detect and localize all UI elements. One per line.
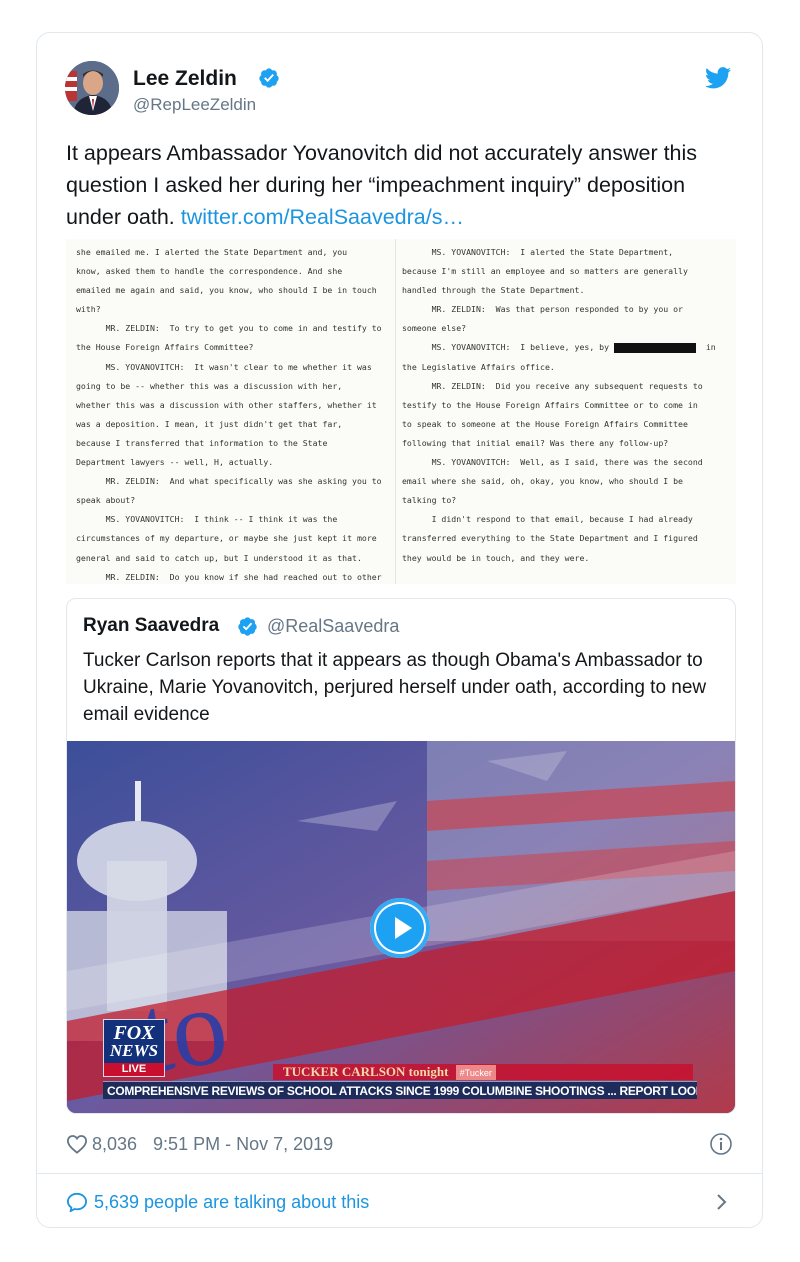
doc-line: MR. ZELDIN: Do you know if she had reach… bbox=[76, 571, 382, 582]
doc-line: emailed me again and said, you know, who… bbox=[76, 285, 377, 296]
doc-line: she emailed me. I alerted the State Depa… bbox=[76, 247, 348, 257]
logo-line2: NEWS bbox=[109, 1041, 159, 1060]
logo-line3: LIVE bbox=[104, 1063, 164, 1076]
doc-line: speak about? bbox=[76, 495, 136, 506]
tweet-text: It appears Ambassador Yovanovitch did no… bbox=[66, 137, 736, 233]
fox-news-logo: FOX NEWS LIVE bbox=[103, 1019, 165, 1077]
doc-line-text: MS. YOVANOVITCH: I believe, yes, by bbox=[402, 342, 610, 353]
doc-line: someone else? bbox=[402, 323, 467, 334]
author-name[interactable]: Lee Zeldin bbox=[133, 67, 237, 91]
heart-icon[interactable] bbox=[66, 1134, 88, 1154]
doc-line: Department lawyers -- well, H, actually. bbox=[76, 457, 274, 468]
conversation-link[interactable]: 5,639 people are talking about this bbox=[66, 1190, 369, 1214]
doc-line: circumstances of my departure, or maybe … bbox=[76, 533, 377, 544]
quoted-author-name[interactable]: Ryan Saavedra bbox=[83, 615, 219, 637]
doc-line: MR. ZELDIN: Was that person responded to… bbox=[402, 304, 683, 315]
doc-line: general and said to catch up, but I unde… bbox=[76, 552, 362, 563]
doc-line: to speak to someone at the House Foreign… bbox=[402, 418, 688, 429]
logo-line1: FOX bbox=[113, 1022, 155, 1044]
doc-line-redacted: MS. YOVANOVITCH: I believe, yes, by in bbox=[402, 338, 722, 357]
play-triangle bbox=[395, 917, 412, 939]
redaction-bar bbox=[613, 342, 696, 353]
doc-line: talking to? bbox=[402, 495, 457, 506]
doc-line: MS. YOVANOVITCH: I alerted the State Dep… bbox=[402, 247, 674, 257]
deposition-image[interactable]: she emailed me. I alerted the State Depa… bbox=[66, 239, 736, 584]
tweet-timestamp[interactable]: 9:51 PM - Nov 7, 2019 bbox=[153, 1134, 333, 1155]
doc-line: whether this was a discussion with other… bbox=[76, 399, 377, 410]
doc-line: following that initial email? Was there … bbox=[402, 437, 669, 448]
quoted-author-handle[interactable]: @RealSaavedra bbox=[267, 616, 399, 637]
deposition-right-column: MS. YOVANOVITCH: I alerted the State Dep… bbox=[402, 243, 722, 568]
doc-line: transferred everything to the State Depa… bbox=[402, 533, 698, 544]
like-count[interactable]: 8,036 bbox=[92, 1134, 137, 1155]
divider bbox=[37, 1173, 762, 1174]
deposition-left-column: she emailed me. I alerted the State Depa… bbox=[76, 243, 396, 584]
verified-badge-icon bbox=[259, 68, 279, 88]
video-player[interactable]: to FOX NEWS LIVE TUCKER CARLSON tonight … bbox=[67, 741, 735, 1113]
play-icon bbox=[376, 904, 424, 952]
info-icon[interactable] bbox=[709, 1132, 733, 1156]
play-button[interactable] bbox=[370, 898, 430, 958]
verified-badge-icon bbox=[238, 617, 257, 636]
doc-line: because I transferred that information t… bbox=[76, 437, 328, 448]
doc-line: I didn't respond to that email, because … bbox=[402, 514, 693, 525]
show-title: TUCKER CARLSON tonight bbox=[283, 1064, 449, 1079]
doc-line: MS. YOVANOVITCH: It wasn't clear to me w… bbox=[76, 361, 372, 372]
doc-line: they would be in touch, and they were. bbox=[402, 552, 590, 563]
doc-line: email where she said, oh, okay, you know… bbox=[402, 476, 683, 487]
doc-line: with? bbox=[76, 304, 101, 315]
doc-line: MR. ZELDIN: To try to get you to come in… bbox=[76, 323, 382, 334]
doc-line: was a deposition. I mean, it just didn't… bbox=[76, 418, 343, 429]
doc-line: the House Foreign Affairs Committee? bbox=[76, 342, 254, 353]
doc-line: MS. YOVANOVITCH: Well, as I said, there … bbox=[402, 457, 703, 468]
tweet-card: Lee Zeldin @RepLeeZeldin It appears Amba… bbox=[36, 32, 763, 1228]
doc-line: MS. YOVANOVITCH: I think -- I think it w… bbox=[76, 514, 338, 525]
doc-line: testify to the House Foreign Affairs Com… bbox=[402, 399, 698, 410]
twitter-bird-icon[interactable] bbox=[705, 67, 731, 89]
doc-line: going to be -- whether this was a discus… bbox=[76, 380, 343, 391]
talking-count[interactable]: 5,639 people are talking about this bbox=[94, 1192, 369, 1213]
avatar[interactable] bbox=[65, 61, 119, 115]
chevron-right-icon[interactable] bbox=[715, 1192, 729, 1212]
doc-line: handled through the State Department. bbox=[402, 285, 585, 296]
show-title-bar: TUCKER CARLSON tonight #Tucker bbox=[273, 1064, 693, 1080]
quoted-tweet[interactable]: Ryan Saavedra @RealSaavedra Tucker Carls… bbox=[66, 598, 736, 1114]
comment-bubble-icon bbox=[66, 1192, 88, 1212]
doc-line: know, asked them to handle the correspon… bbox=[76, 266, 343, 277]
quoted-tweet-text: Tucker Carlson reports that it appears a… bbox=[83, 650, 707, 725]
tweet-link[interactable]: twitter.com/RealSaavedra/s… bbox=[181, 205, 464, 229]
redaction-suffix: in bbox=[705, 342, 716, 353]
tweet-meta: 8,036 9:51 PM - Nov 7, 2019 bbox=[66, 1132, 333, 1156]
author-handle[interactable]: @RepLeeZeldin bbox=[133, 95, 256, 115]
doc-line: the Legislative Affairs office. bbox=[402, 361, 555, 372]
news-ticker: COMPREHENSIVE REVIEWS OF SCHOOL ATTACKS … bbox=[103, 1081, 697, 1099]
doc-line: because I'm still an employee and so mat… bbox=[402, 266, 688, 277]
doc-line: MR. ZELDIN: Did you receive any subseque… bbox=[402, 380, 703, 391]
doc-line: MR. ZELDIN: And what specifically was sh… bbox=[76, 476, 382, 487]
show-tag: #Tucker bbox=[455, 1065, 496, 1080]
